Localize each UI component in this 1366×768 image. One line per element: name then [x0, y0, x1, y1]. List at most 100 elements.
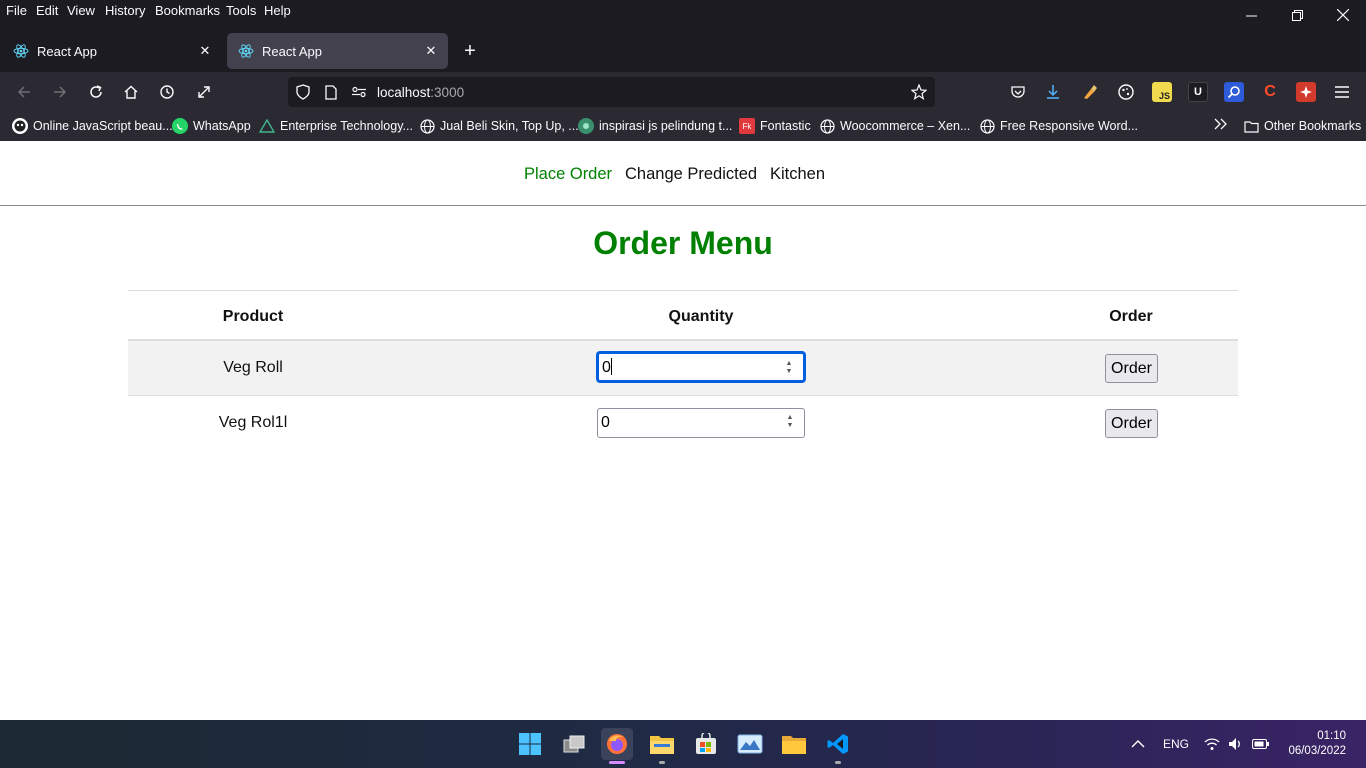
- quantity-input[interactable]: 0 ▲ ▼: [597, 352, 805, 382]
- text-cursor: [610, 358, 612, 375]
- header-order: Order: [1109, 308, 1153, 325]
- hamburger-menu-icon[interactable]: [1332, 82, 1352, 102]
- menu-help[interactable]: Help: [264, 3, 291, 18]
- running-indicator: [659, 761, 665, 764]
- spinner-arrows-icon[interactable]: ▲ ▼: [782, 359, 796, 377]
- bookmark-item[interactable]: Fk Fontastic: [739, 118, 811, 134]
- other-bookmarks[interactable]: Other Bookmarks: [1243, 118, 1361, 134]
- colorzilla-icon[interactable]: C: [1260, 82, 1280, 102]
- bookmark-item[interactable]: Free Responsive Word...: [979, 118, 1138, 134]
- order-table: Product Quantity Order Veg Roll 0 ▲ ▼ Ord…: [128, 290, 1238, 451]
- minimize-icon[interactable]: [1228, 0, 1274, 30]
- js-extension-icon[interactable]: JS: [1152, 82, 1172, 102]
- order-button[interactable]: Order: [1105, 409, 1158, 438]
- tray-chevron-up-icon[interactable]: [1131, 720, 1145, 768]
- url-text[interactable]: localhost:3000: [377, 85, 464, 100]
- search-extension-icon[interactable]: [1224, 82, 1244, 102]
- tab-strip: React App ✕ React App ✕: [0, 30, 1366, 72]
- app-navbar: Place Order Change Predicted Kitchen: [0, 141, 1366, 206]
- windows-taskbar: ENG 01:10 06/03/2022: [0, 720, 1366, 768]
- close-tab-icon[interactable]: ✕: [196, 42, 214, 60]
- home-icon[interactable]: [118, 80, 144, 104]
- menu-file[interactable]: File: [6, 3, 27, 18]
- battery-icon[interactable]: [1252, 720, 1270, 768]
- fullscreen-icon[interactable]: [191, 80, 217, 104]
- running-indicator: [609, 761, 625, 764]
- react-icon: [238, 43, 254, 59]
- page-content: Place Order Change Predicted Kitchen Ord…: [0, 141, 1366, 720]
- restore-icon[interactable]: [1274, 0, 1320, 30]
- nav-place-order[interactable]: Place Order: [524, 165, 612, 184]
- menu-edit[interactable]: Edit: [36, 3, 58, 18]
- star-bookmark-icon[interactable]: [910, 83, 928, 101]
- folder-icon[interactable]: [778, 728, 810, 760]
- table-row: Veg Roll 0 ▲ ▼ Order: [128, 341, 1238, 396]
- tab-react-app-1[interactable]: React App ✕: [2, 33, 222, 69]
- header-quantity: Quantity: [668, 308, 734, 325]
- wifi-icon[interactable]: [1204, 720, 1220, 768]
- bookmark-item[interactable]: WhatsApp: [172, 118, 251, 134]
- menu-view[interactable]: View: [67, 3, 95, 18]
- fontastic-icon: Fk: [739, 118, 755, 134]
- site-logo-icon: [578, 118, 594, 134]
- order-button[interactable]: Order: [1105, 354, 1158, 383]
- shield-icon[interactable]: [294, 83, 312, 101]
- nav-change-predicted[interactable]: Change Predicted: [625, 165, 757, 184]
- permissions-icon[interactable]: [350, 83, 368, 101]
- menu-tools[interactable]: Tools: [226, 3, 256, 18]
- clock-time: 01:10: [1317, 730, 1346, 742]
- language-indicator[interactable]: ENG: [1163, 720, 1189, 768]
- firefox-icon[interactable]: [601, 728, 633, 764]
- vscode-icon[interactable]: [822, 728, 854, 764]
- reload-icon[interactable]: [83, 80, 109, 104]
- close-window-icon[interactable]: [1320, 0, 1366, 30]
- task-view-icon[interactable]: [558, 728, 590, 760]
- address-bar[interactable]: localhost:3000: [288, 77, 935, 107]
- addon-red-icon[interactable]: [1296, 82, 1316, 102]
- menu-history[interactable]: History: [105, 3, 145, 18]
- spinner-arrows-icon[interactable]: ▲ ▼: [783, 413, 797, 431]
- globe-icon: [979, 118, 995, 134]
- tab-react-app-2[interactable]: React App ✕: [227, 33, 448, 69]
- bookmark-item[interactable]: Online JavaScript beau...: [12, 118, 173, 134]
- tab-title: React App: [37, 43, 97, 59]
- ublock-u-icon[interactable]: U: [1188, 82, 1208, 102]
- bookmark-item[interactable]: inspirasi js pelindung t...: [578, 118, 732, 134]
- cookie-extension-icon[interactable]: [1116, 82, 1136, 102]
- ghost-icon: [12, 118, 28, 134]
- nav-kitchen[interactable]: Kitchen: [770, 165, 825, 184]
- react-icon: [13, 43, 29, 59]
- new-tab-icon[interactable]: +: [458, 40, 482, 62]
- download-icon[interactable]: [1043, 82, 1063, 102]
- store-icon[interactable]: [690, 728, 722, 760]
- photos-icon[interactable]: [734, 728, 766, 760]
- system-clock[interactable]: 01:10 06/03/2022: [1288, 729, 1346, 759]
- browser-chrome: File Edit View History Bookmarks Tools H…: [0, 0, 1366, 141]
- close-tab-icon[interactable]: ✕: [422, 42, 440, 60]
- history-icon[interactable]: [154, 80, 180, 104]
- extension-brush-icon[interactable]: [1080, 82, 1100, 102]
- clock-date: 06/03/2022: [1288, 745, 1346, 757]
- bookmark-item[interactable]: Enterprise Technology...: [259, 118, 413, 134]
- forward-icon[interactable]: [47, 80, 73, 104]
- start-windows-icon[interactable]: [514, 728, 546, 760]
- table-header: Product Quantity Order: [128, 291, 1238, 341]
- bookmark-item[interactable]: Jual Beli Skin, Top Up, ...: [419, 118, 579, 134]
- triangle-logo-icon: [259, 118, 275, 134]
- file-manager-icon[interactable]: [646, 728, 678, 764]
- menu-bar: File Edit View History Bookmarks Tools H…: [0, 0, 1366, 22]
- folder-icon: [1243, 118, 1259, 134]
- navigation-toolbar: localhost:3000 JS U C: [0, 72, 1366, 112]
- product-name: Veg Rol1l: [218, 414, 288, 431]
- bookmark-item[interactable]: Woocommerce – Xen...: [819, 118, 970, 134]
- page-icon[interactable]: [322, 83, 340, 101]
- menu-bookmarks[interactable]: Bookmarks: [155, 3, 220, 18]
- quantity-input[interactable]: 0 ▲ ▼: [597, 408, 805, 438]
- pocket-icon[interactable]: [1008, 82, 1028, 102]
- back-icon[interactable]: [11, 80, 37, 104]
- more-bookmarks-chevron-icon[interactable]: [1214, 118, 1228, 130]
- bookmarks-toolbar: Online JavaScript beau... WhatsApp Enter…: [0, 112, 1366, 141]
- tab-title: React App: [262, 43, 322, 59]
- volume-icon[interactable]: [1228, 720, 1244, 768]
- running-indicator: [835, 761, 841, 764]
